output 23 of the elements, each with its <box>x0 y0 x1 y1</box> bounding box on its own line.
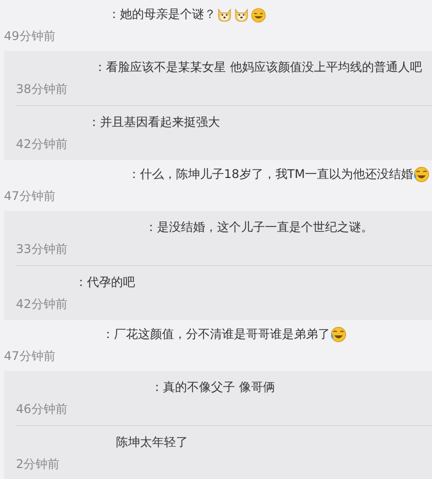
comment-text: ：什么，陈坤儿子18岁了，我TM一直以为他还没结婚 <box>128 166 413 182</box>
reply-text: ：真的不像父子 像哥俩 <box>151 378 275 396</box>
reply-time: 42分钟前 <box>16 136 68 152</box>
reply-time: 46分钟前 <box>16 400 68 418</box>
reply-time: 42分钟前 <box>16 296 68 312</box>
reply-text: ：看脸应该不是某某女星 他妈应该颜值没上平均线的普通人吧 <box>94 58 422 76</box>
comment-text: ：厂花这颜值，分不清谁是哥哥谁是弟弟了 <box>102 326 330 342</box>
reply-text: ：并且基因看起来挺强大 <box>88 114 220 130</box>
reply-text: ：代孕的吧 <box>75 274 135 290</box>
reply-time: 33分钟前 <box>16 240 68 258</box>
comment-time: 49分钟前 <box>4 28 56 44</box>
comment-text: ：她的母亲是个谜？ <box>108 6 216 22</box>
dog-emoji-icon <box>216 6 233 22</box>
laughing-emoji-icon <box>330 326 347 342</box>
laughing-emoji-icon <box>412 166 430 182</box>
comment-time: 47分钟前 <box>4 188 56 204</box>
comment-time: 47分钟前 <box>4 348 56 364</box>
grin-emoji-icon <box>250 6 267 22</box>
reply-text: 陈坤太年轻了 <box>116 434 188 450</box>
dog-emoji-icon <box>233 6 250 22</box>
reply-time: 2分钟前 <box>16 456 60 472</box>
reply-time: 38分钟前 <box>16 80 68 98</box>
reply-text: ：是没结婚，这个儿子一直是个世纪之谜。 <box>145 218 373 236</box>
